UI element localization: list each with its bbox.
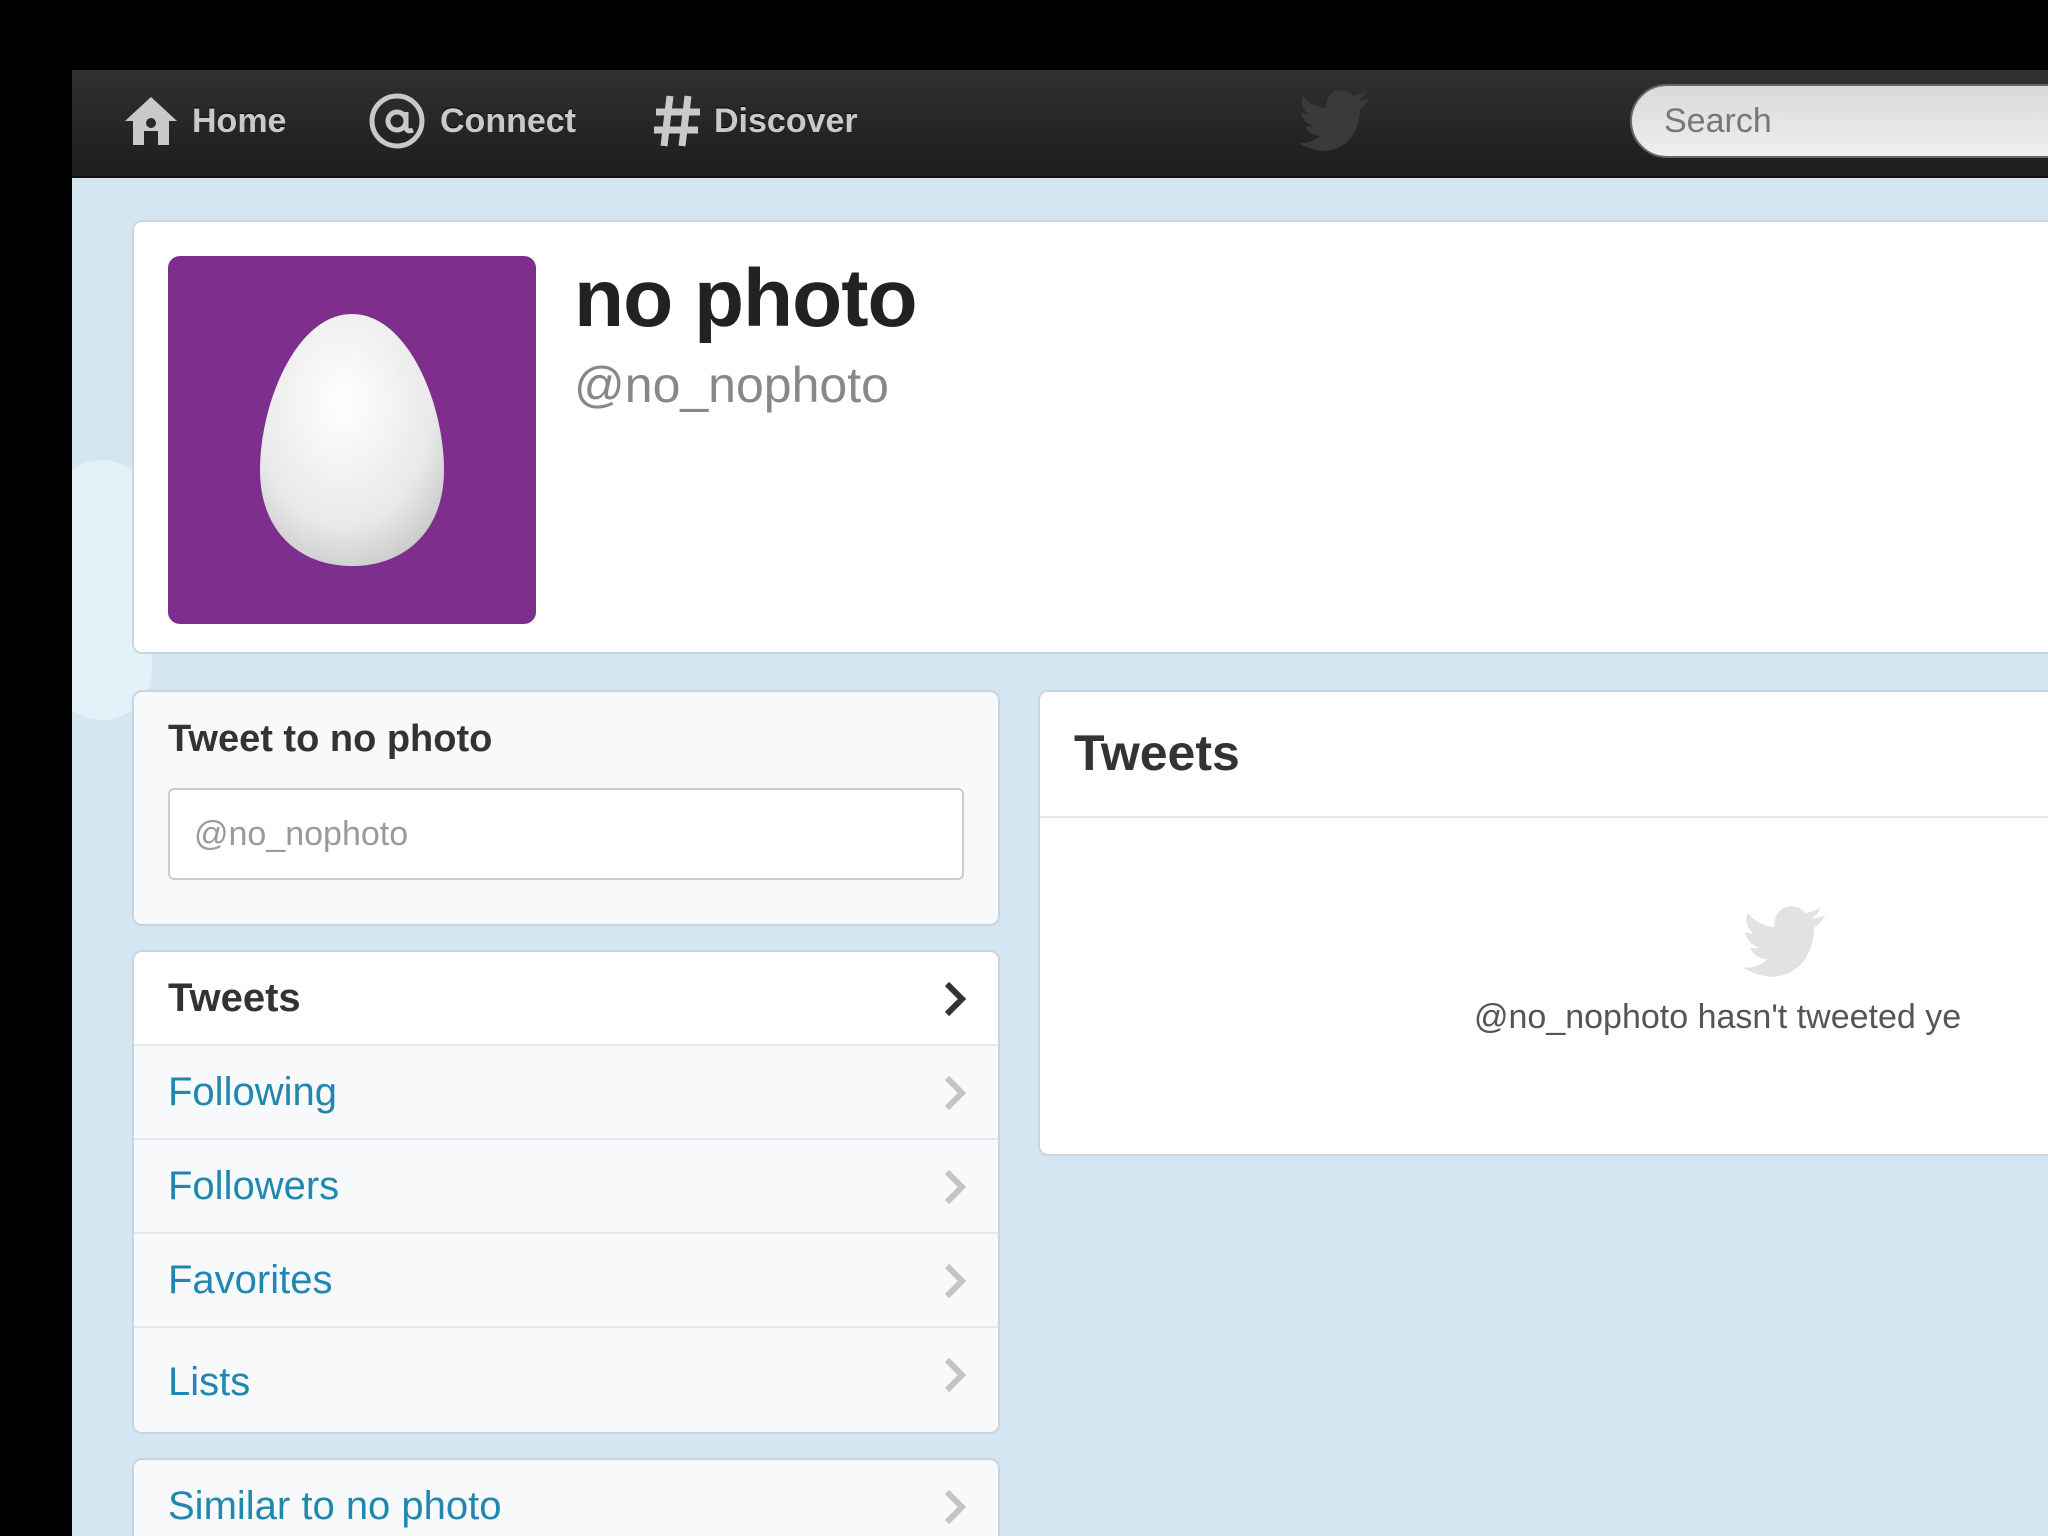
- tweet-to-input[interactable]: [168, 788, 964, 880]
- chevron-right-icon: [942, 980, 968, 1023]
- default-egg-icon: [260, 314, 444, 566]
- tweet-to-card: Tweet to no photo: [132, 690, 1000, 926]
- twitter-bird-icon[interactable]: [1299, 90, 1372, 157]
- similar-to-card[interactable]: Similar to no photo: [132, 1458, 1000, 1536]
- profile-nav-label: Tweets: [168, 975, 301, 1020]
- profile-nav-followers[interactable]: Followers: [134, 1140, 998, 1234]
- tweets-panel-title: Tweets: [1074, 725, 1240, 781]
- chevron-right-icon: [942, 1262, 968, 1305]
- chevron-right-icon: [942, 1488, 968, 1531]
- profile-nav-lists[interactable]: Lists: [134, 1328, 998, 1432]
- nav-home-link[interactable]: Home: [122, 90, 286, 152]
- chevron-right-icon: [942, 1356, 968, 1399]
- avatar[interactable]: [168, 256, 536, 624]
- nav-discover-label: Discover: [714, 101, 858, 140]
- profile-handle: @no_nophoto: [574, 357, 889, 413]
- hashtag-icon: [652, 92, 702, 150]
- similar-to-link[interactable]: Similar to no photo: [168, 1484, 502, 1529]
- profile-nav-label: Favorites: [168, 1257, 333, 1302]
- top-navigation-bar: Home Connect Discover: [72, 70, 2048, 178]
- tweets-panel: Tweets @no_nophoto hasn't tweeted ye: [1038, 690, 2048, 1156]
- nav-home-label: Home: [192, 101, 287, 140]
- tweet-to-title: Tweet to no photo: [168, 718, 493, 760]
- profile-name: no photo: [574, 253, 918, 344]
- empty-timeline-message: @no_nophoto hasn't tweeted ye: [1474, 998, 1962, 1036]
- profile-header-card: no photo @no_nophoto: [132, 220, 2048, 654]
- profile-nav-favorites[interactable]: Favorites: [134, 1234, 998, 1328]
- profile-nav-label: Followers: [168, 1163, 340, 1208]
- profile-nav-tweets[interactable]: Tweets: [134, 952, 998, 1046]
- twitter-bird-icon: [1743, 906, 1828, 983]
- search-input[interactable]: [1632, 86, 2048, 156]
- profile-nav-card: Tweets Following Followers Favorites Lis…: [132, 950, 1000, 1434]
- search-box[interactable]: [1630, 84, 2048, 158]
- nav-connect-link[interactable]: Connect: [366, 90, 576, 152]
- tweets-panel-header: Tweets: [1040, 692, 2048, 818]
- at-sign-icon: [366, 90, 428, 152]
- chevron-right-icon: [942, 1074, 968, 1117]
- nav-discover-link[interactable]: Discover: [652, 90, 858, 152]
- profile-nav-label: Lists: [168, 1359, 251, 1404]
- chevron-right-icon: [942, 1168, 968, 1211]
- nav-connect-label: Connect: [440, 101, 576, 140]
- profile-nav-label: Following: [168, 1069, 337, 1114]
- home-icon: [122, 93, 180, 149]
- profile-nav-following[interactable]: Following: [134, 1046, 998, 1140]
- browser-viewport: Home Connect Discover Search no photo @n…: [72, 70, 2048, 1536]
